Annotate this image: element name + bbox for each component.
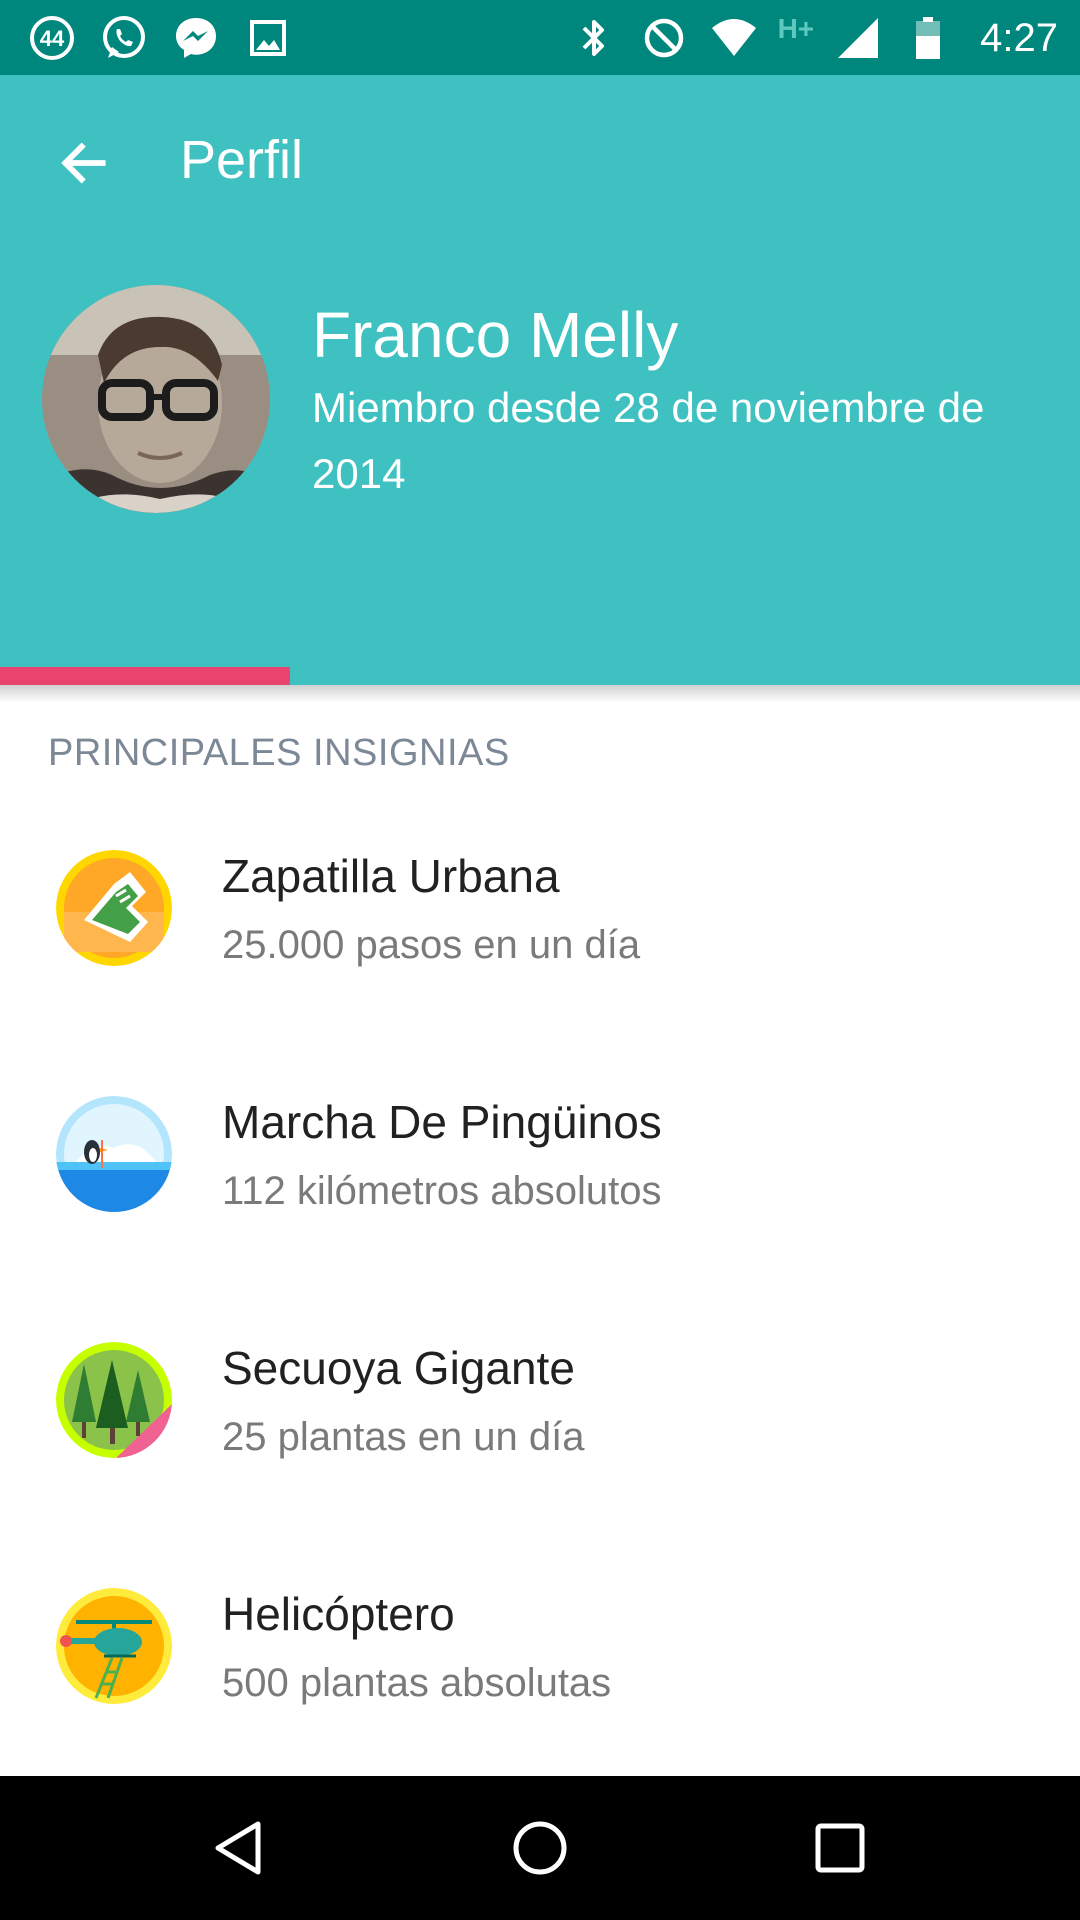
whatsapp-icon xyxy=(98,12,150,64)
nav-recents-icon xyxy=(815,1823,865,1873)
page-title: Perfil xyxy=(180,130,304,190)
badge-name: Secuoya Gigante xyxy=(222,1342,575,1394)
profile-header: Perfil Franco Melly Miembro desde 28 de … xyxy=(0,75,1080,738)
nav-back-button[interactable] xyxy=(202,1810,278,1886)
badge-description: 112 kilómetros absolutos xyxy=(222,1169,662,1213)
navigation-bar xyxy=(0,1776,1080,1920)
badge-description: 500 plantas absolutas xyxy=(222,1661,612,1705)
battery-icon xyxy=(902,12,954,64)
messenger-icon xyxy=(170,12,222,64)
user-name: Franco Melly xyxy=(312,299,679,371)
list-item-badge[interactable]: Secuoya Gigante 25 plantas en un día xyxy=(0,1342,1080,1542)
nav-recents-button[interactable] xyxy=(802,1810,878,1886)
active-tab-indicator xyxy=(0,667,290,685)
image-icon xyxy=(242,12,294,64)
nav-back-icon xyxy=(215,1821,261,1875)
wifi-icon xyxy=(708,12,760,64)
list-item-badge[interactable]: Zapatilla Urbana 25.000 pasos en un día xyxy=(0,850,1080,1050)
notification-count: 44 xyxy=(40,26,65,51)
clock: 4:27 xyxy=(980,15,1058,60)
badge-name: Helicóptero xyxy=(222,1588,455,1640)
back-button[interactable] xyxy=(48,127,120,199)
sequoia-badge-icon xyxy=(56,1342,172,1458)
section-title: PRINCIPALES INSIGNIAS xyxy=(48,732,510,774)
do-not-disturb-icon xyxy=(638,12,690,64)
list-item-badge[interactable]: Helicóptero 500 plantas absolutas xyxy=(0,1588,1080,1788)
signal-icon xyxy=(832,12,884,64)
nav-home-icon xyxy=(513,1821,567,1875)
network-type-label: H+ xyxy=(777,13,815,44)
badge-name: Zapatilla Urbana xyxy=(222,850,560,902)
badge-description: 25.000 pasos en un día xyxy=(222,923,641,967)
badge-name: Marcha De Pingüinos xyxy=(222,1096,662,1148)
arrow-left-icon xyxy=(61,142,106,184)
helicopter-badge-icon xyxy=(56,1588,172,1704)
status-bar: 44 H+ 4:27 xyxy=(0,0,1080,75)
list-item-badge[interactable]: Marcha De Pingüinos 112 kilómetros absol… xyxy=(0,1096,1080,1296)
notification-count-icon: 44 xyxy=(26,12,78,64)
header-shadow xyxy=(0,685,1080,703)
status-bar-system: H+ 4:27 xyxy=(568,10,1058,66)
badge-description: 25 plantas en un día xyxy=(222,1415,585,1459)
nav-home-button[interactable] xyxy=(502,1810,578,1886)
tab-settings[interactable]: CONFIGURACI.. xyxy=(724,670,1044,760)
sneaker-badge-icon xyxy=(56,850,172,966)
status-bar-notifications: 44 xyxy=(26,10,294,66)
member-since: Miembro desde 28 de noviembre de 2014 xyxy=(312,384,985,497)
penguin-badge-icon xyxy=(56,1096,172,1212)
avatar xyxy=(42,285,270,513)
bluetooth-icon xyxy=(568,12,620,64)
